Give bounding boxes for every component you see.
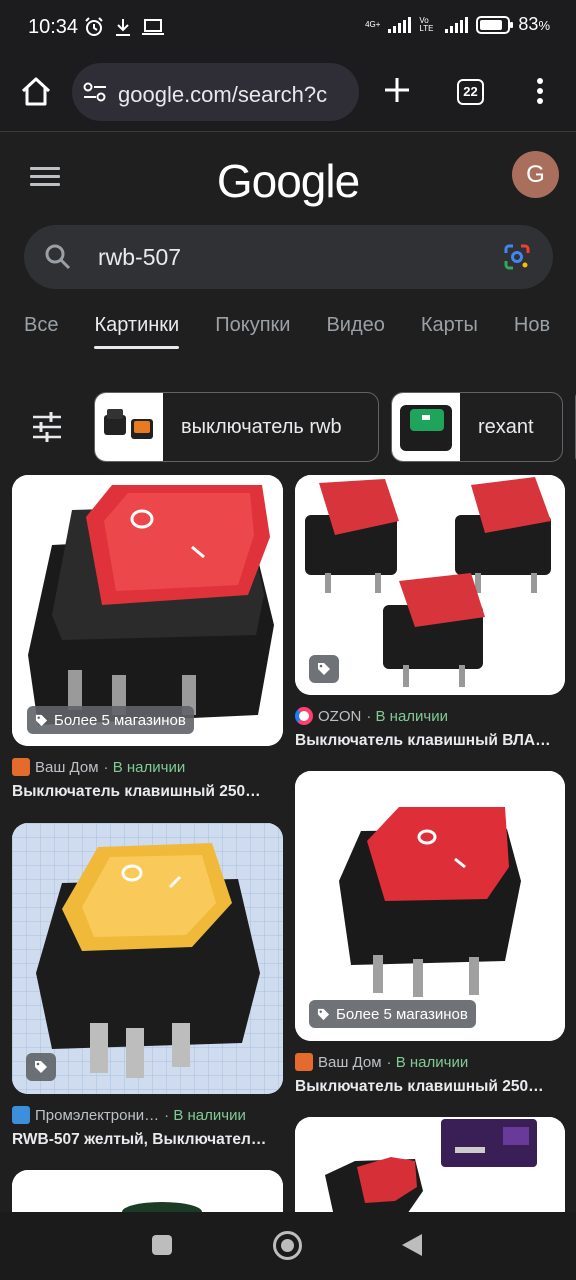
result-title[interactable]: RWB-507 желтый, Выключател… [12,1131,277,1149]
result-source[interactable]: Ваш Дом · В наличии [12,758,185,776]
google-lens-icon[interactable] [503,243,531,271]
search-icon[interactable] [44,243,72,271]
result-image[interactable]: Более 5 магазинов [12,475,283,746]
price-tag-badge [26,1053,56,1081]
tab-maps[interactable]: Карты [421,314,478,350]
result-image[interactable] [295,475,565,695]
home-nav-icon[interactable] [273,1231,302,1260]
price-tag-icon [35,1061,47,1073]
filter-sliders-icon[interactable] [32,411,62,443]
recent-apps-icon[interactable] [152,1235,172,1255]
status-bar: 10:34 4G+ Vo LTE 83% [0,0,576,58]
favicon-icon [295,707,313,725]
price-tag-icon [318,663,330,675]
status-icons-right: 4G+ Vo LTE 83% [365,14,550,35]
browser-toolbar: google.com/search?c 22 [0,58,576,132]
result-title[interactable]: Выключатель клавишный 250… [295,1078,560,1096]
stores-badge: Более 5 магазинов [309,1000,476,1028]
tab-images[interactable]: Картинки [94,314,179,350]
result-image[interactable] [12,823,283,1094]
result-title[interactable]: Выключатель клавишный 250… [12,783,277,801]
tab-video[interactable]: Видео [326,314,384,350]
site-settings-icon[interactable] [82,80,108,104]
chip-label: выключатель rwb [181,415,342,438]
price-tag-icon [317,1008,330,1020]
system-nav-bar [0,1212,576,1280]
google-logo[interactable]: Google [0,154,576,208]
result-image[interactable]: Более 5 магазинов [295,771,565,1041]
home-icon[interactable] [18,74,54,110]
back-icon[interactable] [402,1234,422,1256]
address-bar[interactable]: google.com/search?c [72,63,359,121]
search-input[interactable]: rwb-507 [98,244,181,271]
chip-label: rexant [478,415,534,438]
download-icon [116,19,130,36]
stores-badge: Более 5 магазинов [27,706,194,734]
tab-shopping[interactable]: Покупки [215,314,290,350]
search-tabs: Все Картинки Покупки Видео Карты Нов [24,314,550,350]
url-text[interactable]: google.com/search?c [118,82,350,108]
chip-rexant[interactable]: rexant [391,392,563,462]
favicon-icon [295,1053,313,1071]
chip-switch-rwb[interactable]: выключатель rwb [94,392,379,462]
result-source[interactable]: Ваш Дом · В наличии [295,1053,468,1071]
tab-switcher-button[interactable]: 22 [457,79,484,105]
tab-all[interactable]: Все [24,314,58,350]
status-time: 10:34 [28,16,79,38]
battery-percent: 83% [518,14,550,34]
volte-label: Vo LTE [419,15,434,33]
battery-icon [476,15,514,34]
result-source[interactable]: Промэлектрони… · В наличии [12,1106,246,1124]
price-tag-icon [35,714,48,726]
price-tag-badge [309,655,339,683]
search-box[interactable]: rwb-507 [24,225,553,289]
favicon-icon [12,1106,30,1124]
signal-icon-2 [445,16,469,33]
result-title[interactable]: Выключатель клавишный ВЛА… [295,732,560,750]
laptop-icon [142,19,164,35]
status-icons-left [84,17,164,37]
alarm-icon [85,17,103,36]
favicon-icon [12,758,30,776]
chip-thumbnail [392,393,460,461]
result-source[interactable]: OZON · В наличии [295,707,448,725]
new-tab-icon[interactable] [382,75,412,105]
chip-thumbnail [95,393,163,461]
network-type-label: 4G+ [365,19,381,29]
more-menu-icon[interactable] [533,78,547,108]
tab-news[interactable]: Нов [514,314,550,350]
signal-icon [388,16,412,33]
account-avatar[interactable]: G [512,151,559,198]
